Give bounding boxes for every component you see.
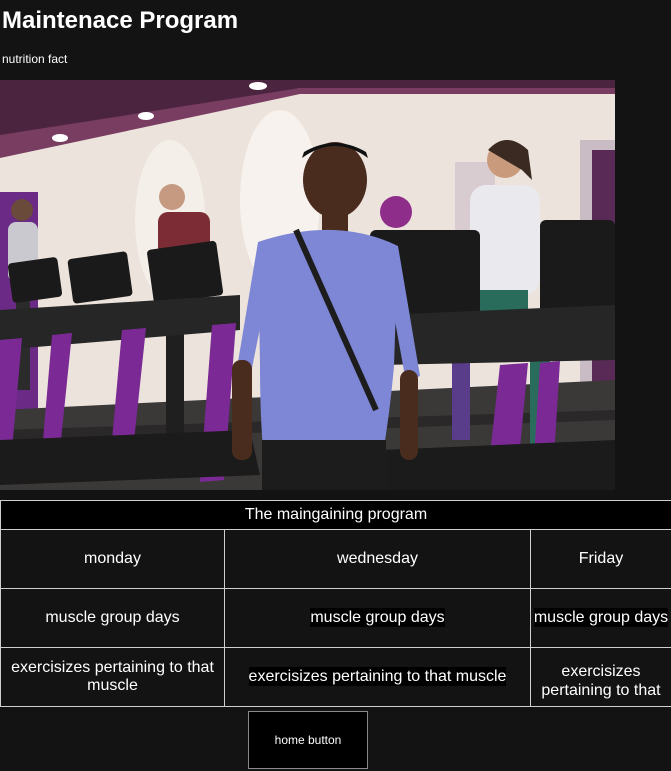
exercise-text: exercisizes pertaining to that muscle xyxy=(248,667,507,686)
muscle-group-cell: muscle group days xyxy=(530,588,671,648)
exercise-cell: exercisizes pertaining to that muscle xyxy=(0,647,225,707)
program-table-caption: The maingaining program xyxy=(0,500,671,530)
table-row-days: monday wednesday Friday xyxy=(0,529,671,589)
exercise-text: exercisizes pertaining to that muscle xyxy=(541,663,661,699)
day-cell-wednesday: wednesday xyxy=(224,529,531,589)
muscle-group-text: muscle group days xyxy=(310,608,445,627)
muscle-group-cell: muscle group days xyxy=(0,588,225,648)
day-cell-friday: Friday xyxy=(530,529,671,589)
program-table: The maingaining program monday wednesday… xyxy=(0,500,671,707)
page-subtitle: nutrition fact xyxy=(2,52,68,66)
page-title: Maintenace Program xyxy=(2,7,239,34)
page: Maintenace Program nutrition fact The ma… xyxy=(0,0,671,771)
gym-treadmill-photo xyxy=(0,80,615,490)
exercise-cell: exercisizes pertaining to that muscle xyxy=(224,647,531,707)
muscle-group-text: muscle group days xyxy=(533,608,669,627)
muscle-group-cell: muscle group days xyxy=(224,588,531,648)
table-row-exercises: exercisizes pertaining to that muscle ex… xyxy=(0,647,671,707)
table-row-muscle-groups: muscle group days muscle group days musc… xyxy=(0,588,671,648)
day-cell-monday: monday xyxy=(0,529,225,589)
home-button[interactable]: home button xyxy=(248,711,368,769)
exercise-cell: exercisizes pertaining to that muscle xyxy=(530,647,671,707)
